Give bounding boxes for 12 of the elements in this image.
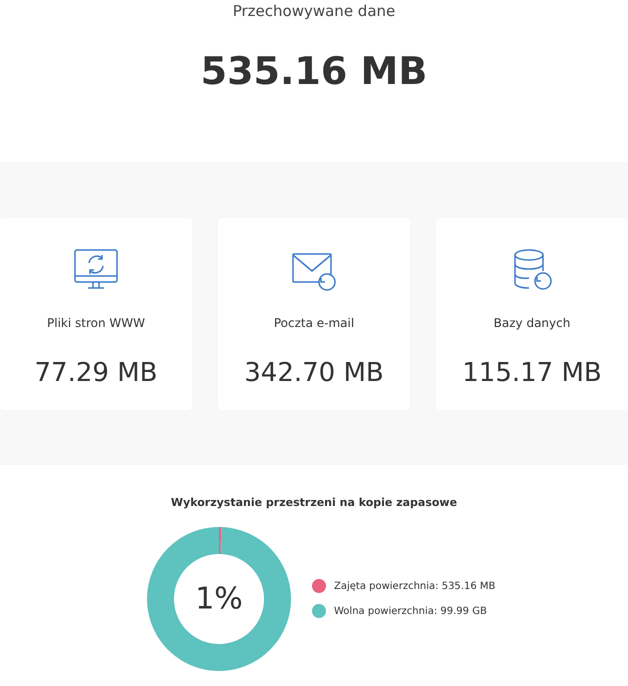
summary-title: Przechowywane dane: [232, 1, 396, 22]
legend-label: Zajęta powierzchnia: 535.16 MB: [334, 580, 496, 594]
card-label: Pliki stron WWW: [47, 315, 145, 332]
card-label: Bazy danych: [494, 315, 570, 332]
card-value: 115.17 MB: [462, 357, 602, 390]
chart-title: Wykorzystanie przestrzeni na kopie zapasowe: [170, 495, 458, 511]
card-value: 342.70 MB: [244, 357, 384, 390]
card-value: 77.29 MB: [34, 357, 158, 390]
total-value: 535.16 MB: [200, 48, 428, 94]
percent-label: 1%: [195, 580, 243, 618]
card-label: Poczta e-mail: [274, 315, 354, 332]
legend-label: Wolna powierzchnia: 99.99 GB: [334, 604, 487, 618]
